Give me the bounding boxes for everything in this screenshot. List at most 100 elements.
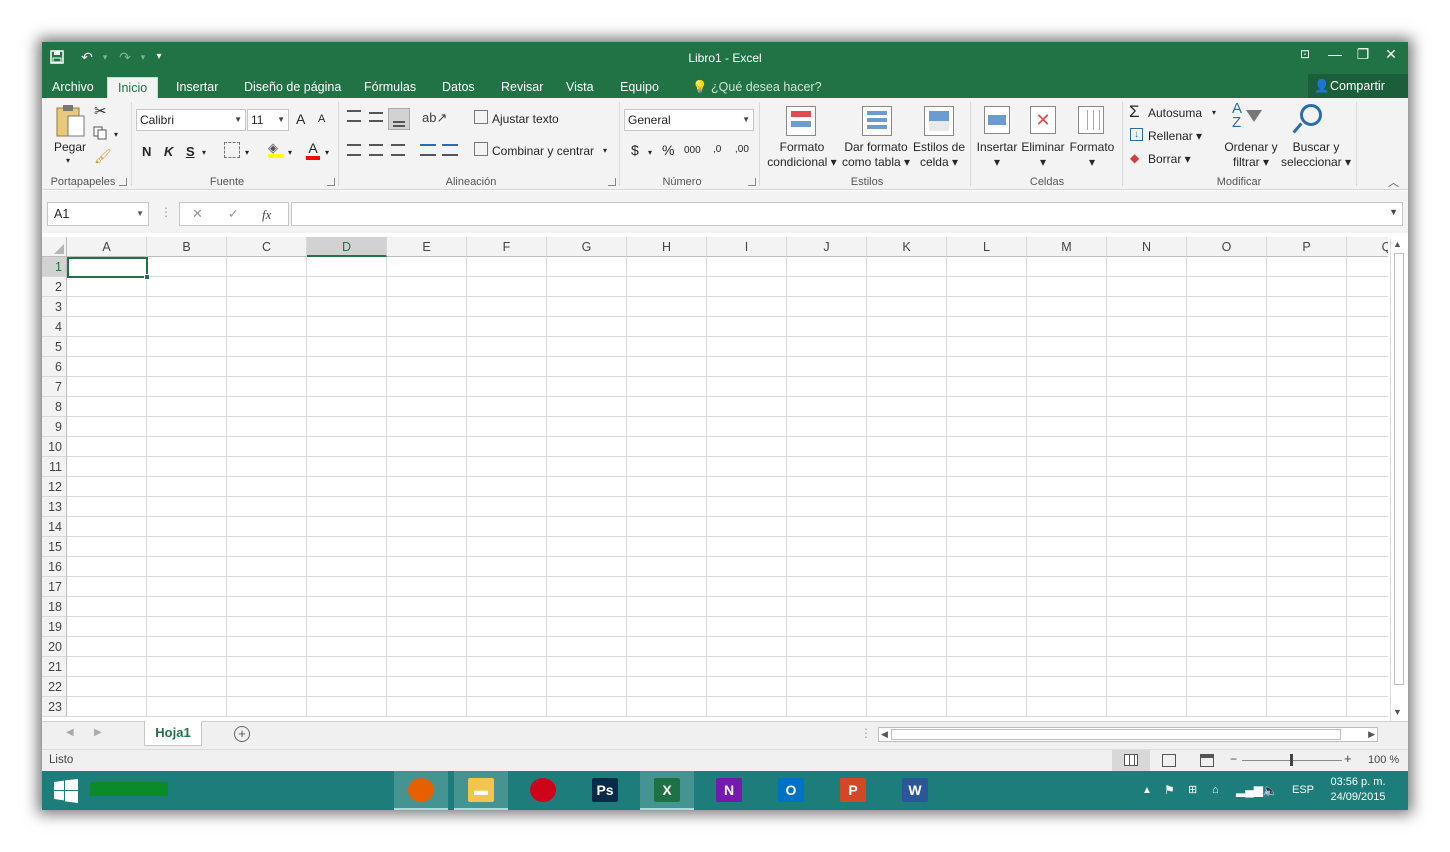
cell-p10[interactable] <box>1267 437 1347 457</box>
column-header-j[interactable]: J <box>787 237 867 257</box>
close-button[interactable]: ✕ <box>1376 42 1406 70</box>
cell-l19[interactable] <box>947 617 1027 637</box>
cell-q14[interactable] <box>1347 517 1388 537</box>
cell-h11[interactable] <box>627 457 707 477</box>
cell-c2[interactable] <box>227 277 307 297</box>
cell-j19[interactable] <box>787 617 867 637</box>
copy-icon[interactable] <box>93 126 107 140</box>
column-header-c[interactable]: C <box>227 237 307 257</box>
cell-a7[interactable] <box>67 377 147 397</box>
column-header-g[interactable]: G <box>547 237 627 257</box>
tell-me-search[interactable]: 💡 ¿Qué desea hacer? <box>682 77 832 98</box>
cell-k21[interactable] <box>867 657 947 677</box>
cell-n8[interactable] <box>1107 397 1187 417</box>
cell-c21[interactable] <box>227 657 307 677</box>
cell-o9[interactable] <box>1187 417 1267 437</box>
cell-c8[interactable] <box>227 397 307 417</box>
column-header-d[interactable]: D <box>307 237 387 257</box>
wrap-text-icon[interactable] <box>474 110 488 124</box>
cell-a20[interactable] <box>67 637 147 657</box>
font-size-combo[interactable]: 11 ▼ <box>247 109 289 131</box>
cell-k5[interactable] <box>867 337 947 357</box>
autosum-icon[interactable]: Σ <box>1129 102 1140 122</box>
cell-i7[interactable] <box>707 377 787 397</box>
tab-vista[interactable]: Vista <box>556 77 604 98</box>
cell-i11[interactable] <box>707 457 787 477</box>
row-header-12[interactable]: 12 <box>42 477 67 497</box>
cell-b12[interactable] <box>147 477 227 497</box>
cell-l18[interactable] <box>947 597 1027 617</box>
cell-p7[interactable] <box>1267 377 1347 397</box>
column-header-p[interactable]: P <box>1267 237 1347 257</box>
cell-o23[interactable] <box>1187 697 1267 717</box>
cell-p23[interactable] <box>1267 697 1347 717</box>
cell-a9[interactable] <box>67 417 147 437</box>
cell-q17[interactable] <box>1347 577 1388 597</box>
cell-j15[interactable] <box>787 537 867 557</box>
row-header-3[interactable]: 3 <box>42 297 67 317</box>
cell-o4[interactable] <box>1187 317 1267 337</box>
cell-f4[interactable] <box>467 317 547 337</box>
cell-i12[interactable] <box>707 477 787 497</box>
horizontal-scrollbar[interactable]: ◀ ▶ <box>878 727 1378 742</box>
cell-i4[interactable] <box>707 317 787 337</box>
sort-filter-button[interactable]: Ordenar y filtrar ▾ <box>1222 140 1280 170</box>
cell-a13[interactable] <box>67 497 147 517</box>
row-header-14[interactable]: 14 <box>42 517 67 537</box>
cell-f8[interactable] <box>467 397 547 417</box>
cell-f16[interactable] <box>467 557 547 577</box>
cell-o11[interactable] <box>1187 457 1267 477</box>
cell-q4[interactable] <box>1347 317 1388 337</box>
cell-e1[interactable] <box>387 257 467 277</box>
cell-h22[interactable] <box>627 677 707 697</box>
zoom-slider-thumb[interactable] <box>1290 754 1293 766</box>
paste-button[interactable]: Pegar <box>52 140 88 155</box>
cell-d16[interactable] <box>307 557 387 577</box>
cell-o2[interactable] <box>1187 277 1267 297</box>
cell-e3[interactable] <box>387 297 467 317</box>
cell-e8[interactable] <box>387 397 467 417</box>
cell-i9[interactable] <box>707 417 787 437</box>
cell-c10[interactable] <box>227 437 307 457</box>
autosum-dropdown-icon[interactable]: ▾ <box>1212 108 1216 117</box>
cell-g3[interactable] <box>547 297 627 317</box>
cell-g13[interactable] <box>547 497 627 517</box>
cell-j9[interactable] <box>787 417 867 437</box>
zoom-in-icon[interactable]: + <box>1344 751 1352 766</box>
cell-c1[interactable] <box>227 257 307 277</box>
formula-input[interactable]: ▼ <box>291 202 1403 226</box>
cell-o5[interactable] <box>1187 337 1267 357</box>
cell-l12[interactable] <box>947 477 1027 497</box>
cell-j18[interactable] <box>787 597 867 617</box>
cell-i23[interactable] <box>707 697 787 717</box>
conditional-format-button[interactable]: Formato condicional ▾ <box>764 140 840 170</box>
cell-g1[interactable] <box>547 257 627 277</box>
tab-datos[interactable]: Datos <box>432 77 485 98</box>
cell-h17[interactable] <box>627 577 707 597</box>
cell-a18[interactable] <box>67 597 147 617</box>
cell-h19[interactable] <box>627 617 707 637</box>
row-header-2[interactable]: 2 <box>42 277 67 297</box>
cell-f12[interactable] <box>467 477 547 497</box>
font-color-button[interactable]: A <box>306 140 320 160</box>
cell-i8[interactable] <box>707 397 787 417</box>
cell-l15[interactable] <box>947 537 1027 557</box>
cell-c14[interactable] <box>227 517 307 537</box>
cell-f20[interactable] <box>467 637 547 657</box>
cell-g18[interactable] <box>547 597 627 617</box>
cell-p6[interactable] <box>1267 357 1347 377</box>
cell-l21[interactable] <box>947 657 1027 677</box>
add-sheet-icon[interactable]: + <box>234 726 250 742</box>
cell-m4[interactable] <box>1027 317 1107 337</box>
cell-e20[interactable] <box>387 637 467 657</box>
cell-l9[interactable] <box>947 417 1027 437</box>
cell-c23[interactable] <box>227 697 307 717</box>
cell-m9[interactable] <box>1027 417 1107 437</box>
cell-q3[interactable] <box>1347 297 1388 317</box>
column-header-q[interactable]: Q <box>1347 237 1388 257</box>
cell-i15[interactable] <box>707 537 787 557</box>
cell-a12[interactable] <box>67 477 147 497</box>
cell-m8[interactable] <box>1027 397 1107 417</box>
cell-p16[interactable] <box>1267 557 1347 577</box>
cell-b5[interactable] <box>147 337 227 357</box>
